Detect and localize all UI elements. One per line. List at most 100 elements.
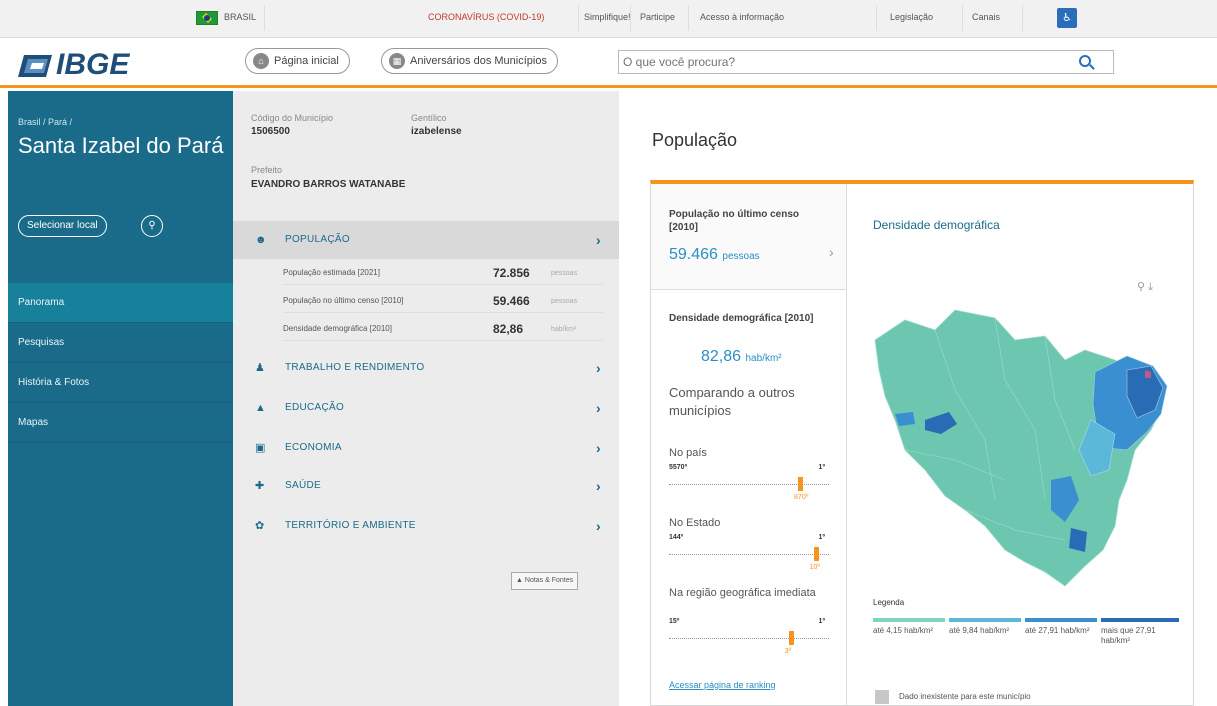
population-card: População no último censo [2010] 59.466 … [650,180,1194,706]
notes-sources-button[interactable]: ▲ Notas & Fontes [511,572,579,590]
ranking-ends: 5570º 1º [669,464,829,471]
category-label: POPULAÇÃO [285,234,350,245]
select-location-button[interactable]: Selecionar local [18,215,107,237]
breadcrumb[interactable]: Brasil / Pará / [18,117,72,127]
category-populacao[interactable]: ☻ POPULAÇÃO › [233,221,619,259]
calendar-icon: ▦ [389,53,405,69]
ranking-position: 10º [809,564,820,571]
category-territorio[interactable]: ✿ TERRITÓRIO E AMBIENTE › [233,507,619,545]
ranking-marker [788,631,794,645]
category-label: SAÚDE [285,480,321,491]
table-row: População no último censo [2010] 59.466 … [283,289,603,313]
search-box [618,50,1114,74]
graduation-cap-icon: ▲ [255,402,267,414]
density-unit: hab/km² [745,353,782,364]
gov-link-simplifique[interactable]: Simplifique! [584,12,631,22]
legend-title: Legenda [873,598,905,607]
nav-item-pesquisas[interactable]: Pesquisas [8,323,233,363]
divider [962,5,963,31]
brazil-flag-icon[interactable] [196,11,218,25]
ranking-page-link[interactable]: Acessar página de ranking [669,680,776,690]
search-input[interactable] [619,51,1059,73]
download-icon[interactable]: ⤓ [1148,281,1153,293]
chevron-right-icon: › [596,440,601,456]
row-unit: hab/km² [551,326,577,333]
home-button[interactable]: ⌂ Página inicial [245,48,350,74]
nav-item-historia-fotos[interactable]: História & Fotos [8,363,233,403]
category-saude[interactable]: ✚ SAÚDE › [233,467,619,505]
nav-item-panorama[interactable]: Panorama [8,283,233,323]
gentilico-value: izabelense [411,126,462,137]
divider [688,5,689,31]
worker-icon: ♟ [255,362,266,374]
divider [630,5,631,31]
divider [876,5,877,31]
category-trabalho[interactable]: ♟ TRABALHO E RENDIMENTO › [233,349,619,387]
legend-label-2: até 9,84 hab/km² [949,626,1010,635]
gov-link-canais[interactable]: Canais [972,12,1000,22]
prefeito-label: Prefeito [251,165,283,175]
ranking-left: 15º [669,618,680,625]
money-icon: ▣ [255,442,266,454]
tab-label: População no último censo [2010] [669,209,800,233]
search-icon[interactable] [1079,55,1091,67]
ranking-track [669,484,829,485]
legend-swatch-4 [1101,618,1179,622]
gov-link-participe[interactable]: Participe [640,12,675,22]
legend-swatch-2 [949,618,1021,622]
gov-country-link[interactable]: BRASIL [224,12,256,22]
accessibility-icon[interactable]: ♿ [1057,8,1077,28]
code-value: 1506500 [251,126,290,137]
category-educacao[interactable]: ▲ EDUCAÇÃO › [233,389,619,427]
location-pin-icon[interactable]: ⚲ [141,215,163,237]
gov-link-acesso[interactable]: Acesso à informação [700,12,784,22]
row-unit: pessoas [551,298,578,305]
ranking-right: 1º [818,534,825,541]
legend-swatch-1 [873,618,945,622]
legend-label-1: até 4,15 hab/km² [873,626,934,635]
tab-value-wrap: 59.466 pessoas [669,246,760,264]
health-icon: ✚ [255,480,265,492]
ranking-position: 870º [794,494,809,501]
gov-link-covid[interactable]: CORONAVÍRUS (COVID-19) [428,12,544,22]
ibge-logo[interactable]: IBGE [18,48,129,82]
map-tools: ⚲ ⤓ [1137,280,1153,294]
chevron-right-icon: › [596,478,601,494]
legend-label-4: mais que 27,91 hab/km² [1101,626,1156,645]
chevron-right-icon: › [596,518,601,534]
nav-item-mapas[interactable]: Mapas [8,403,233,443]
category-label: TERRITÓRIO E AMBIENTE [285,520,416,531]
ranking-marker [798,477,804,491]
gentilico-label: Gentílico [411,113,447,123]
map-region-south-2 [1069,528,1087,552]
row-label: População no último censo [2010] [283,296,404,305]
anniversaries-button[interactable]: ▦ Aniversários dos Municípios [381,48,558,74]
ibge-logo-icon [18,55,52,78]
home-icon: ⌂ [253,53,269,69]
indicators-panel: Código do Município 1506500 Gentílico iz… [233,91,619,706]
page-title: População [652,130,738,150]
category-label: EDUCAÇÃO [285,402,345,413]
density-column: Densidade demográfica [2010] 82,86 hab/k… [651,290,847,706]
logo-text: IBGE [56,48,130,81]
gov-link-legislacao[interactable]: Legislação [890,12,933,22]
divider [1022,5,1023,31]
tab-population-census[interactable]: População no último censo [2010] 59.466 … [651,184,847,290]
chevron-right-icon: › [596,360,601,376]
zoom-icon[interactable]: ⚲ [1137,281,1145,293]
category-label: TRABALHO E RENDIMENTO [285,362,425,373]
category-label: ECONOMIA [285,442,342,453]
density-map[interactable] [865,300,1181,590]
row-value: 72.856 [493,266,530,280]
place-title: Santa Izabel do Pará [18,133,224,158]
sidebar: Brasil / Pará / Santa Izabel do Pará Sel… [8,91,233,706]
category-economia[interactable]: ▣ ECONOMIA › [233,429,619,467]
row-unit: pessoas [551,270,578,277]
ranking-track [669,554,829,555]
ranking-left: 5570º [669,464,688,471]
row-value: 59.466 [493,294,530,308]
ranking-left: 144º [669,534,684,541]
table-row: População estimada [2021] 72.856 pessoas [283,261,603,285]
ranking-marker [813,547,819,561]
ranking-right: 1º [818,618,825,625]
